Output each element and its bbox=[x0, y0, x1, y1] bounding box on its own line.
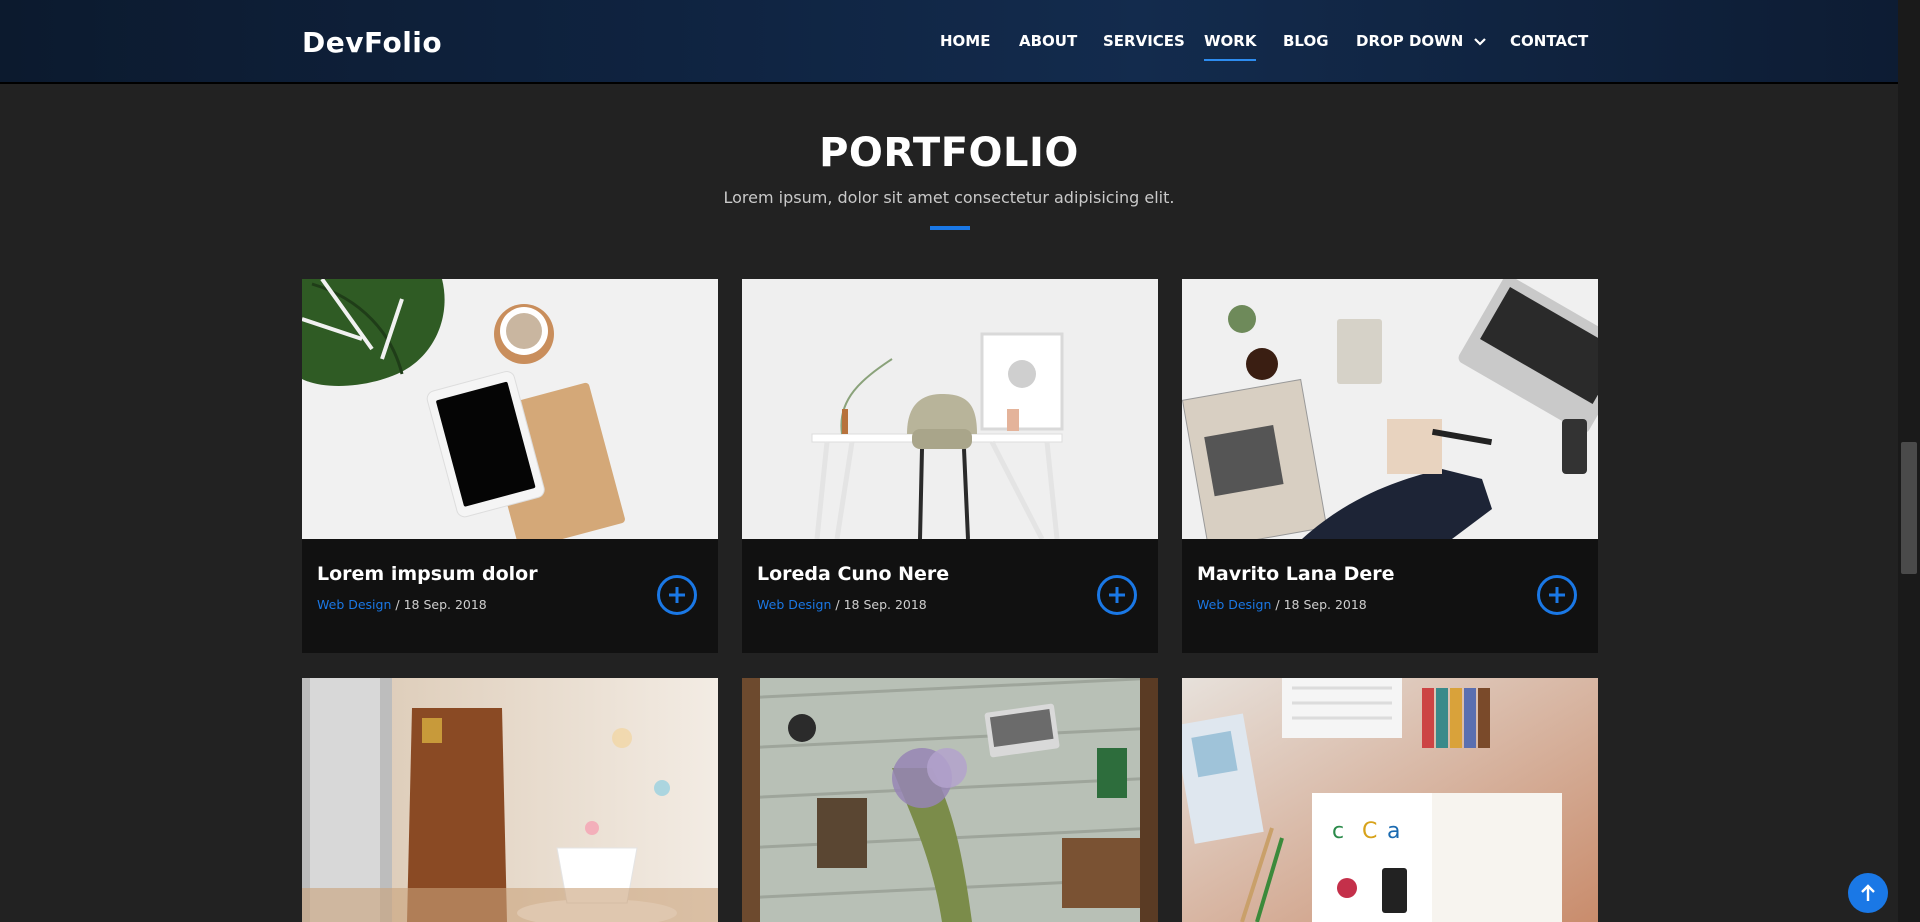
portfolio-card[interactable] bbox=[302, 678, 718, 922]
site-header: DevFolio HOME ABOUT SERVICES WORK BLOG D… bbox=[0, 0, 1898, 84]
card-title[interactable]: Loreda Cuno Nere bbox=[757, 563, 949, 585]
card-meta: Web Design / 18 Sep. 2018 bbox=[757, 597, 927, 612]
card-info: Mavrito Lana Dere Web Design / 18 Sep. 2… bbox=[1182, 539, 1598, 653]
portfolio-card[interactable]: c C a bbox=[1182, 678, 1598, 922]
card-separator: / bbox=[831, 597, 844, 612]
card-info: Loreda Cuno Nere Web Design / 18 Sep. 20… bbox=[742, 539, 1158, 653]
card-category[interactable]: Web Design bbox=[1197, 597, 1271, 612]
svg-text:a: a bbox=[1387, 819, 1400, 844]
card-info: Lorem impsum dolor Web Design / 18 Sep. … bbox=[302, 539, 718, 653]
section-divider bbox=[930, 226, 970, 230]
nav-home[interactable]: HOME bbox=[940, 32, 990, 50]
plus-icon bbox=[1549, 587, 1565, 603]
open-project-button[interactable] bbox=[1097, 575, 1137, 615]
plus-icon bbox=[1109, 587, 1125, 603]
section-subtitle: Lorem ipsum, dolor sit amet consectetur … bbox=[723, 188, 1175, 207]
portfolio-card[interactable]: Loreda Cuno Nere Web Design / 18 Sep. 20… bbox=[742, 279, 1158, 653]
card-date: 18 Sep. 2018 bbox=[1283, 597, 1367, 612]
chevron-down-icon bbox=[1473, 37, 1486, 46]
card-date: 18 Sep. 2018 bbox=[403, 597, 487, 612]
open-project-button[interactable] bbox=[657, 575, 697, 615]
card-title[interactable]: Mavrito Lana Dere bbox=[1197, 563, 1395, 585]
portfolio-card[interactable] bbox=[742, 678, 1158, 922]
back-to-top-button[interactable] bbox=[1848, 873, 1888, 913]
nav-dropdown-label: DROP DOWN bbox=[1356, 32, 1464, 50]
scrollbar-thumb[interactable] bbox=[1901, 442, 1917, 574]
card-category[interactable]: Web Design bbox=[757, 597, 831, 612]
nav-work[interactable]: WORK bbox=[1204, 32, 1257, 61]
plus-icon bbox=[669, 587, 685, 603]
card-image[interactable] bbox=[302, 678, 718, 922]
card-separator: / bbox=[391, 597, 404, 612]
card-meta: Web Design / 18 Sep. 2018 bbox=[1197, 597, 1367, 612]
nav-blog[interactable]: BLOG bbox=[1283, 32, 1329, 50]
card-separator: / bbox=[1271, 597, 1284, 612]
site-logo[interactable]: DevFolio bbox=[302, 26, 442, 59]
nav-contact[interactable]: CONTACT bbox=[1510, 32, 1588, 50]
card-image[interactable] bbox=[742, 279, 1158, 539]
nav-about[interactable]: ABOUT bbox=[1019, 32, 1077, 50]
card-image[interactable]: c C a bbox=[1182, 678, 1598, 922]
card-title[interactable]: Lorem impsum dolor bbox=[317, 563, 538, 585]
card-date: 18 Sep. 2018 bbox=[843, 597, 927, 612]
svg-text:c: c bbox=[1332, 819, 1344, 844]
card-meta: Web Design / 18 Sep. 2018 bbox=[317, 597, 487, 612]
portfolio-card[interactable]: Lorem impsum dolor Web Design / 18 Sep. … bbox=[302, 279, 718, 653]
section-title: PORTFOLIO bbox=[819, 130, 1079, 176]
card-category[interactable]: Web Design bbox=[317, 597, 391, 612]
card-image[interactable] bbox=[1182, 279, 1598, 539]
card-image[interactable] bbox=[302, 279, 718, 539]
portfolio-card[interactable]: Mavrito Lana Dere Web Design / 18 Sep. 2… bbox=[1182, 279, 1598, 653]
card-image[interactable] bbox=[742, 678, 1158, 922]
svg-text:C: C bbox=[1362, 819, 1377, 844]
arrow-up-icon bbox=[1861, 884, 1875, 901]
open-project-button[interactable] bbox=[1537, 575, 1577, 615]
nav-dropdown[interactable]: DROP DOWN bbox=[1356, 32, 1487, 50]
nav-services[interactable]: SERVICES bbox=[1103, 32, 1185, 50]
